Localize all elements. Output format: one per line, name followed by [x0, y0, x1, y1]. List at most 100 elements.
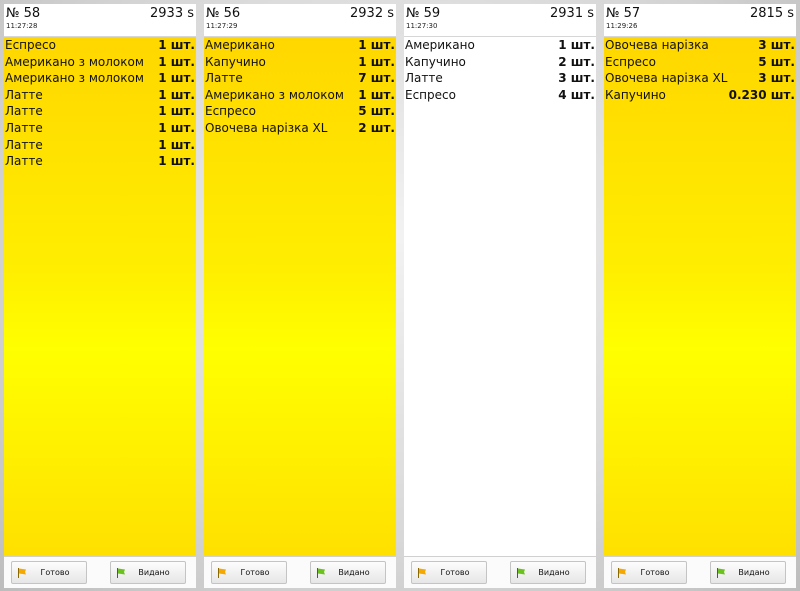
order-item-name: Американо з молоком [5, 71, 144, 86]
order-item-name: Овочева нарізка [605, 38, 709, 52]
order-item-qty: 3 шт. [758, 71, 795, 86]
order-item-name: Латте [5, 87, 43, 102]
order-item-qty: 1 шт. [158, 87, 195, 102]
orders-board: № 58 2933 s 11:27:28 Еспресо 1 шт. Америка… [0, 0, 800, 591]
order-card[interactable]: № 59 2931 s 11:27:30 Американо 1 шт. Капуч… [404, 4, 596, 588]
done-button[interactable]: Готово [611, 561, 687, 584]
order-card[interactable]: № 58 2933 s 11:27:28 Еспресо 1 шт. Америка… [4, 4, 196, 588]
order-item-name: Еспресо [605, 54, 656, 69]
order-number: № 57 [606, 6, 641, 21]
order-item-row: Американо з молоком 1 шт. [4, 70, 196, 87]
order-item-qty: 1 шт. [358, 38, 395, 52]
order-number: № 59 [406, 6, 441, 21]
order-item-qty: 0.230 шт. [728, 87, 795, 102]
order-item-name: Капучино [205, 54, 266, 69]
given-button[interactable]: Видано [510, 561, 586, 584]
order-card[interactable]: № 57 2815 s 11:29:26 Овочева нарізка 3 шт… [604, 4, 796, 588]
order-item-qty: 1 шт. [158, 104, 195, 119]
order-header: № 57 2815 s 11:29:26 [604, 4, 796, 37]
order-elapsed: 2815 s [750, 6, 794, 21]
order-item-row: Капучино 1 шт. [204, 54, 396, 71]
given-button-label: Видано [538, 568, 570, 577]
order-item-qty: 1 шт. [158, 71, 195, 86]
order-item-row: Латте 1 шт. [4, 103, 196, 120]
order-items: Американо 1 шт. Капучино 1 шт. Латте 7 шт. Аме… [204, 37, 396, 556]
order-number: № 58 [6, 6, 41, 21]
order-item-row: Еспресо 4 шт. [404, 87, 596, 104]
order-item-qty: 1 шт. [158, 38, 195, 52]
order-item-row: Овочева нарізка XL 2 шт. [204, 120, 396, 137]
order-item-row: Латте 1 шт. [4, 87, 196, 104]
order-item-qty: 1 шт. [358, 54, 395, 69]
order-items: Овочева нарізка 3 шт. Еспресо 5 шт. Овочева … [604, 37, 796, 556]
order-number: № 56 [206, 6, 241, 21]
order-item-row: Латте 7 шт. [204, 70, 396, 87]
order-footer: Готово Видано [404, 556, 596, 588]
order-card[interactable]: № 56 2932 s 11:27:29 Американо 1 шт. Капуч… [204, 4, 396, 588]
order-item-row: Капучино 2 шт. [404, 54, 596, 71]
order-item-row: Латте 1 шт. [4, 153, 196, 170]
order-item-name: Американо з молоком [5, 54, 144, 69]
order-item-name: Капучино [605, 87, 666, 102]
order-item-qty: 3 шт. [758, 38, 795, 52]
order-item-name: Латте [405, 71, 443, 86]
order-item-row: Латте 1 шт. [4, 120, 196, 137]
order-item-qty: 1 шт. [158, 120, 195, 135]
order-items: Американо 1 шт. Капучино 2 шт. Латте 3 шт. Есп… [404, 37, 596, 556]
order-item-qty: 1 шт. [158, 54, 195, 69]
given-button[interactable]: Видано [710, 561, 786, 584]
given-button[interactable]: Видано [110, 561, 186, 584]
order-header: № 58 2933 s 11:27:28 [4, 4, 196, 37]
order-elapsed: 2932 s [350, 6, 394, 21]
order-item-name: Латте [5, 104, 43, 119]
order-item-name: Капучино [405, 54, 466, 69]
done-button-label: Готово [240, 568, 270, 577]
order-item-row: Еспресо 5 шт. [604, 54, 796, 71]
done-button[interactable]: Готово [411, 561, 487, 584]
order-item-name: Овочева нарізка XL [205, 120, 328, 135]
given-button[interactable]: Видано [310, 561, 386, 584]
order-footer: Готово Видано [4, 556, 196, 588]
done-button-label: Готово [640, 568, 670, 577]
order-item-qty: 2 шт. [558, 54, 595, 69]
order-footer: Готово Видано [204, 556, 396, 588]
order-item-row: Латте 1 шт. [4, 137, 196, 154]
order-elapsed: 2931 s [550, 6, 594, 21]
order-item-name: Еспресо [405, 87, 456, 102]
order-item-qty: 5 шт. [358, 104, 395, 119]
order-time: 11:27:30 [406, 22, 438, 30]
order-time: 11:29:26 [606, 22, 638, 30]
order-time: 11:27:28 [6, 22, 38, 30]
order-item-qty: 1 шт. [558, 38, 595, 52]
order-item-row: Латте 3 шт. [404, 70, 596, 87]
order-header: № 56 2932 s 11:27:29 [204, 4, 396, 37]
order-item-qty: 2 шт. [358, 120, 395, 135]
order-header: № 59 2931 s 11:27:30 [404, 4, 596, 37]
order-item-row: Овочева нарізка XL 3 шт. [604, 70, 796, 87]
order-item-row: Еспресо 5 шт. [204, 103, 396, 120]
order-item-row: Капучино 0.230 шт. [604, 87, 796, 104]
order-item-name: Американо з молоком [205, 87, 344, 102]
order-item-name: Латте [5, 154, 43, 169]
given-button-label: Видано [738, 568, 770, 577]
order-item-qty: 7 шт. [358, 71, 395, 86]
done-button[interactable]: Готово [11, 561, 87, 584]
order-elapsed: 2933 s [150, 6, 194, 21]
order-item-qty: 4 шт. [558, 87, 595, 102]
order-time: 11:27:29 [206, 22, 238, 30]
order-item-name: Американо [205, 38, 275, 52]
done-button[interactable]: Готово [211, 561, 287, 584]
order-item-row: Американо з молоком 1 шт. [204, 87, 396, 104]
order-item-qty: 1 шт. [158, 154, 195, 169]
order-item-name: Латте [5, 120, 43, 135]
order-item-qty: 3 шт. [558, 71, 595, 86]
given-button-label: Видано [338, 568, 370, 577]
done-button-label: Готово [440, 568, 470, 577]
order-item-name: Американо [405, 38, 475, 52]
order-item-row: Американо 1 шт. [204, 37, 396, 54]
order-item-name: Латте [5, 137, 43, 152]
order-item-qty: 1 шт. [158, 137, 195, 152]
order-items: Еспресо 1 шт. Американо з молоком 1 шт. Амер… [4, 37, 196, 556]
order-item-name: Еспресо [205, 104, 256, 119]
order-item-name: Латте [205, 71, 243, 86]
